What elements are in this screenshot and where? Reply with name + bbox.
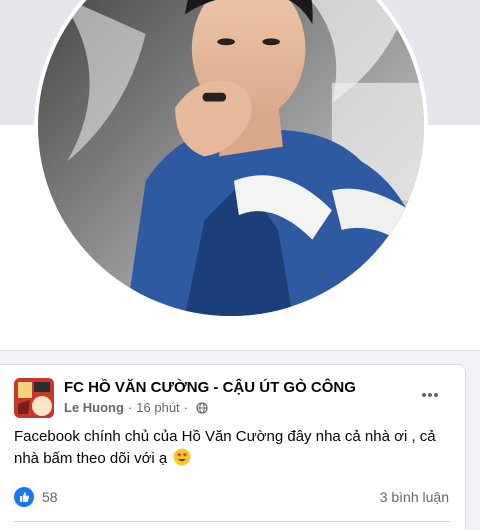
post-actions-divider xyxy=(14,521,450,522)
page-avatar-image xyxy=(14,378,54,418)
meta-separator-2: · xyxy=(183,400,188,415)
post-timestamp[interactable]: 16 phút xyxy=(136,400,179,415)
globe-icon xyxy=(196,401,208,414)
heart-eyes-emoji xyxy=(173,448,191,466)
page-name-link[interactable]: FC HỒ VĂN CƯỜNG - CẬU ÚT GÒ CÔNG xyxy=(64,379,356,396)
post-meta: Le Huong · 16 phút · xyxy=(64,400,208,415)
author-name-link[interactable]: Le Huong xyxy=(64,400,124,415)
post-card: FC HỒ VĂN CƯỜNG - CẬU ÚT GÒ CÔNG Le Huon… xyxy=(0,364,466,530)
more-options-button[interactable] xyxy=(414,385,446,405)
more-horizontal-icon xyxy=(422,393,438,397)
page-avatar[interactable] xyxy=(14,378,54,418)
meta-separator: · xyxy=(127,400,133,415)
comment-count-link[interactable]: 3 bình luận xyxy=(380,489,449,505)
post-text: Facebook chính chủ của Hồ Văn Cường đây … xyxy=(14,428,436,467)
reaction-count: 58 xyxy=(42,489,58,505)
like-icon xyxy=(14,487,34,507)
reactions-summary[interactable]: 58 xyxy=(14,487,58,507)
post-body: Facebook chính chủ của Hồ Văn Cường đây … xyxy=(14,426,454,470)
